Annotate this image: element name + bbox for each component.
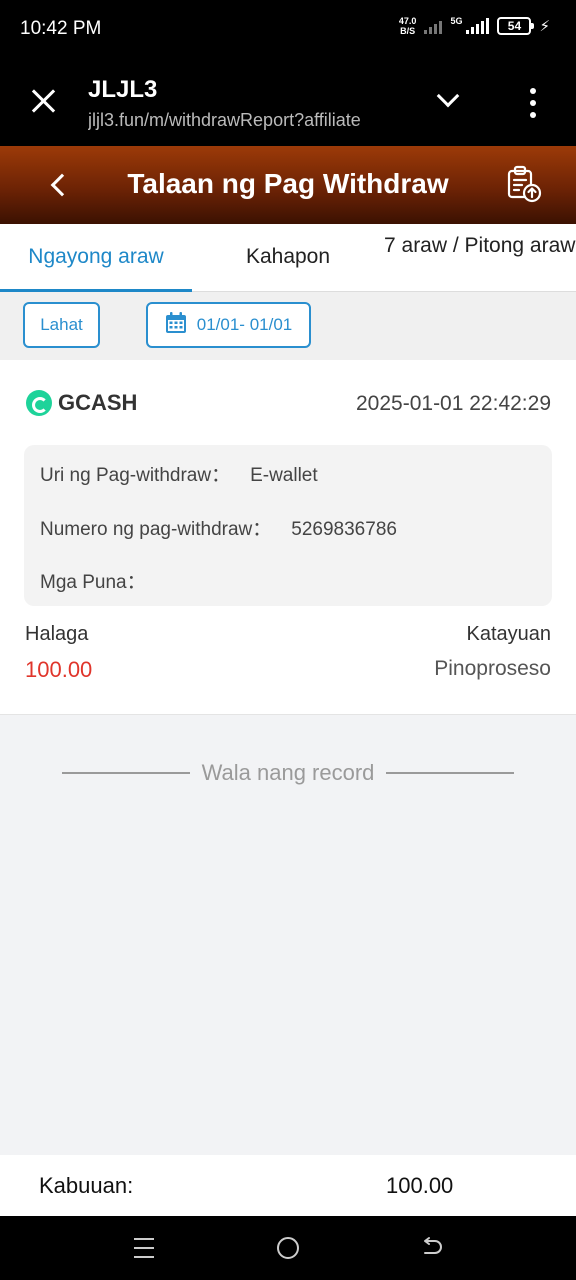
- record-details: Uri ng Pag-withdraw： E-wallet Numero ng p…: [24, 445, 552, 606]
- gcash-logo-icon: [26, 390, 52, 416]
- no-more-records-text: Wala nang record: [201, 760, 375, 785]
- charging-icon: ⚡: [539, 18, 550, 35]
- filter-all-button[interactable]: Lahat: [23, 302, 100, 348]
- home-icon[interactable]: [277, 1237, 299, 1259]
- total-value: 100.00: [386, 1173, 454, 1198]
- page-title: Talaan ng Pag Withdraw: [127, 168, 449, 199]
- total-label: Kabuuan:: [39, 1173, 134, 1198]
- app-header: Talaan ng Pag Withdraw: [0, 146, 576, 224]
- withdraw-type-row: Uri ng Pag-withdraw： E-wallet: [40, 460, 318, 487]
- signal-1-icon: [424, 18, 443, 34]
- remarks-label: Mga Puna：: [40, 572, 146, 593]
- more-menu-icon[interactable]: [526, 88, 540, 118]
- withdraw-number-label: Numero ng pag-withdraw：: [40, 519, 272, 540]
- record-datetime: 2025-01-01 22:42:29: [356, 392, 551, 415]
- browser-title: JLJL3: [88, 76, 158, 103]
- date-range-label: 01/01- 01/01: [196, 315, 293, 334]
- filter-all-label: Lahat: [40, 315, 83, 334]
- withdraw-number-value: 5269836786: [291, 519, 397, 540]
- status-time: 10:42 PM: [20, 18, 102, 39]
- date-range-button[interactable]: 01/01- 01/01: [146, 302, 311, 348]
- net-speed: 47.0 B/S: [399, 16, 417, 36]
- status-value: Pinoproseso: [434, 657, 551, 680]
- withdraw-type-label: Uri ng Pag-withdraw：: [40, 465, 231, 486]
- amount-value: 100.00: [25, 657, 93, 682]
- amount-label: Halaga: [25, 623, 89, 645]
- chevron-down-icon[interactable]: [436, 88, 458, 110]
- network-type: 5G: [450, 16, 463, 26]
- net-speed-value: 47.0: [398, 16, 417, 26]
- no-more-records: Wala nang record: [62, 758, 514, 788]
- filter-row: Lahat 01/01- 01/01: [0, 292, 576, 360]
- tab-yesterday[interactable]: Kahapon: [192, 224, 384, 292]
- status-bar: 10:42 PM 47.0 B/S 5G 54 ⚡: [0, 0, 576, 58]
- browser-url[interactable]: jljl3.fun/m/withdrawReport?affiliate: [88, 110, 406, 131]
- provider-name: GCASH: [58, 390, 138, 415]
- withdraw-type-value: E-wallet: [250, 465, 318, 486]
- divider: [62, 772, 190, 774]
- net-speed-unit: B/S: [400, 26, 416, 36]
- tab-today[interactable]: Ngayong araw: [0, 224, 192, 292]
- status-label: Katayuan: [466, 623, 551, 645]
- total-bar: Kabuuan: 100.00: [0, 1155, 576, 1216]
- signal-2-icon: [466, 18, 490, 34]
- system-nav-bar: [0, 1216, 576, 1280]
- close-icon[interactable]: [28, 86, 58, 116]
- date-tabs: Ngayong araw Kahapon 7 araw / Pitong ara…: [0, 224, 576, 292]
- provider: GCASH: [26, 390, 137, 416]
- calendar-icon: [165, 311, 187, 339]
- battery-icon: 54: [497, 17, 535, 35]
- tab-seven-days[interactable]: 7 araw / Pitong araw: [384, 224, 576, 292]
- recent-apps-icon[interactable]: [134, 1238, 154, 1258]
- back-nav-icon[interactable]: [421, 1236, 443, 1260]
- divider: [386, 772, 514, 774]
- status-icons: 47.0 B/S 5G 54 ⚡: [399, 16, 550, 36]
- remarks-row: Mga Puna：: [40, 567, 166, 594]
- browser-toolbar: JLJL3 jljl3.fun/m/withdrawReport?affilia…: [0, 58, 576, 146]
- clipboard-upload-icon[interactable]: [504, 164, 544, 204]
- withdraw-record-card: GCASH 2025-01-01 22:42:29 Uri ng Pag-wit…: [0, 360, 576, 715]
- withdraw-number-row: Numero ng pag-withdraw： 5269836786: [40, 514, 397, 541]
